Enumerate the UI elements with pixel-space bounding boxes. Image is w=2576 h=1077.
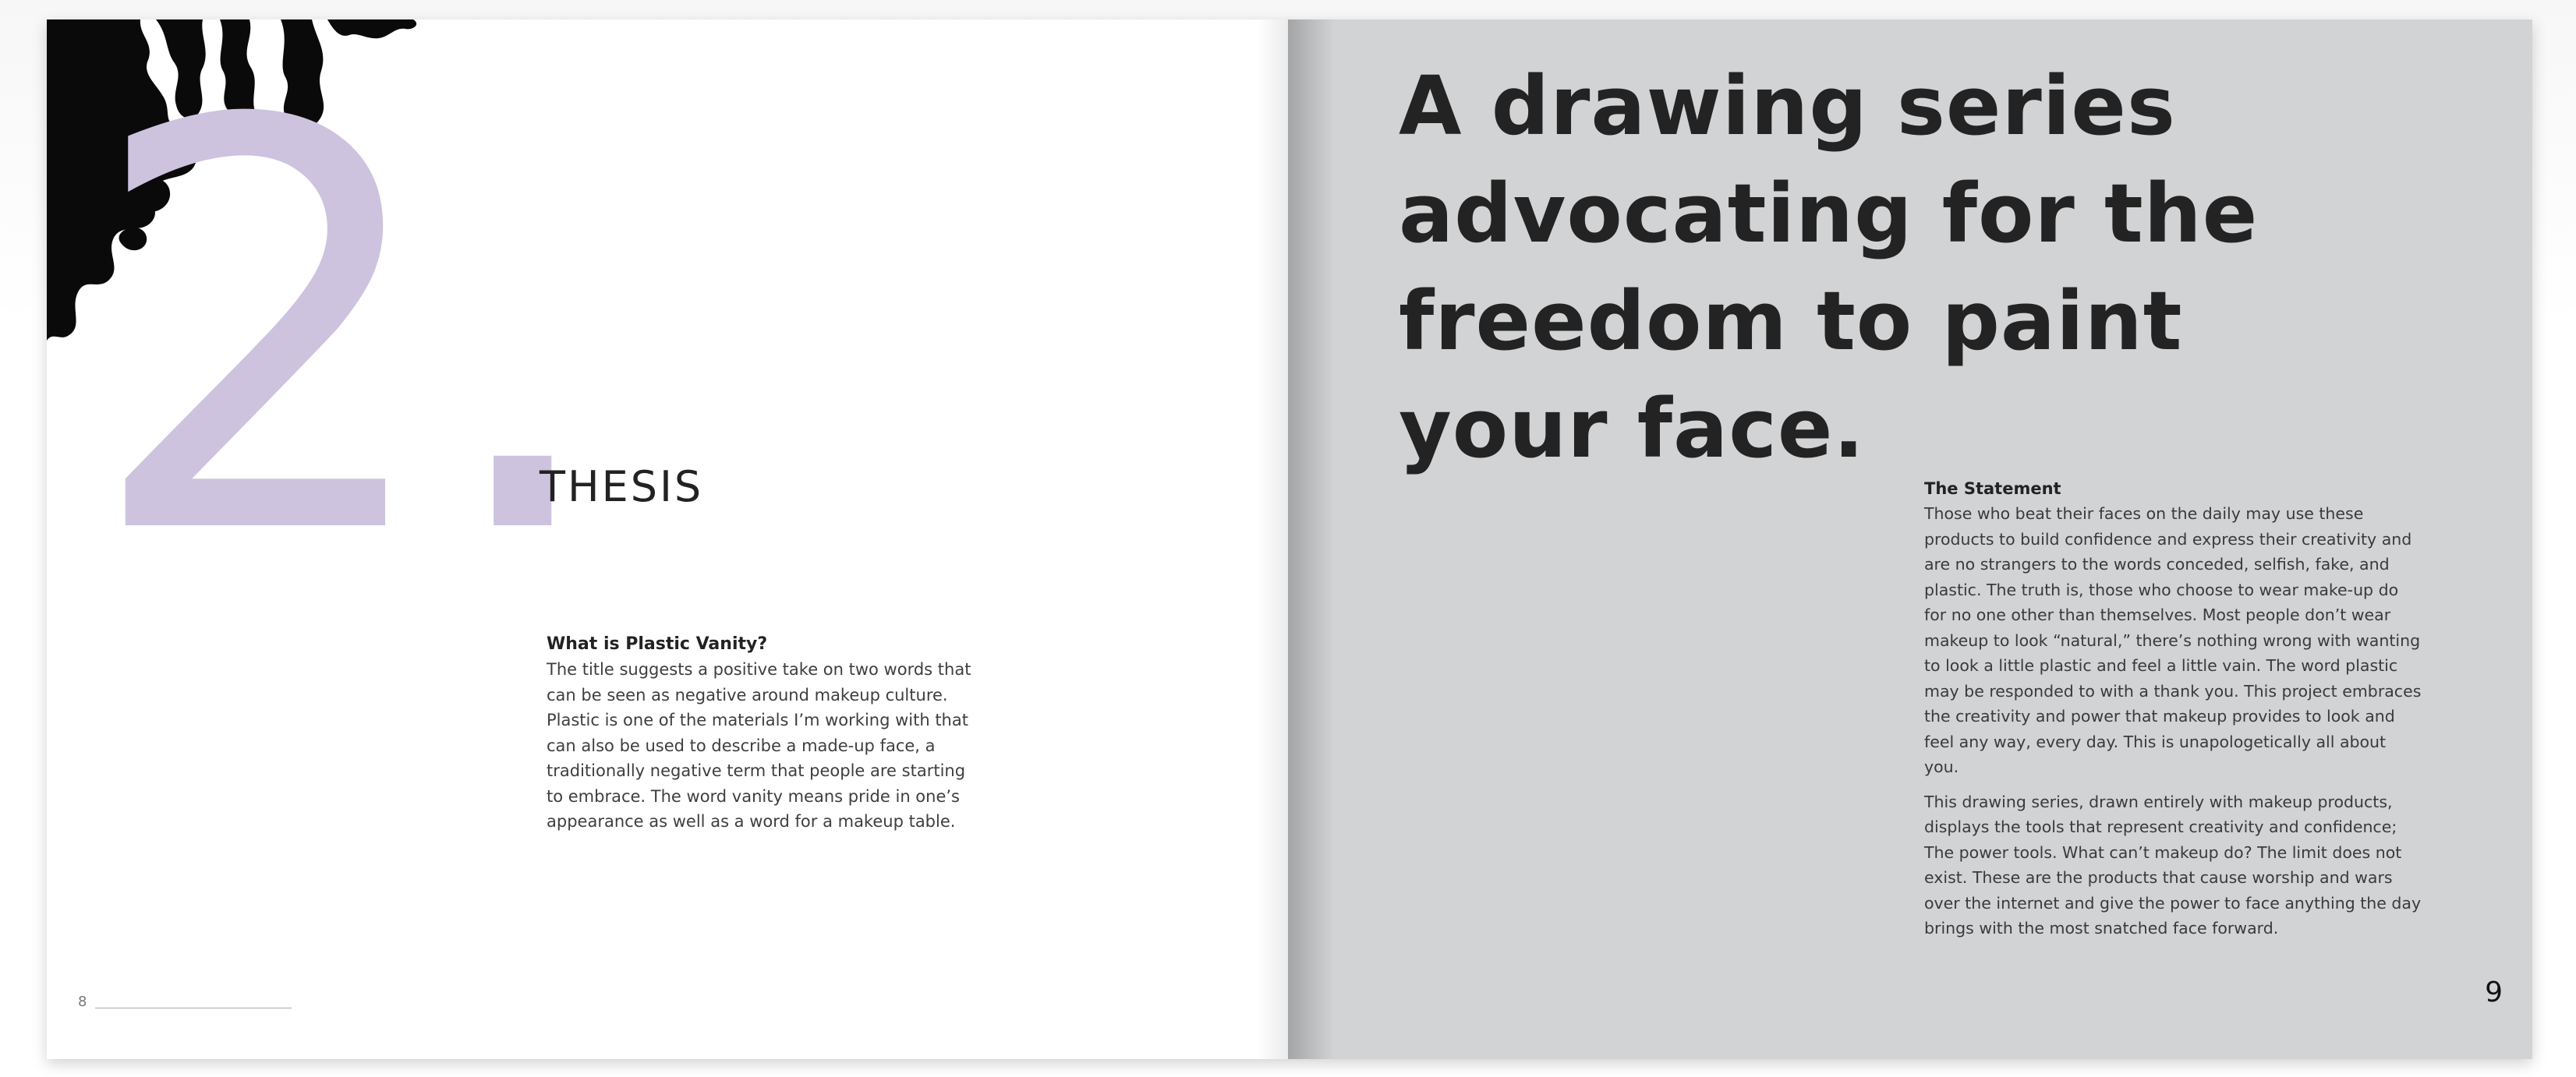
- left-page: 2. THESIS What is Plastic Vanity? The ti…: [47, 19, 1288, 1059]
- statement-heading: The Statement: [1924, 479, 2061, 498]
- thesis-paragraph: The title suggests a positive take on tw…: [547, 660, 971, 831]
- statement-paragraph-1: Those who beat their faces on the daily …: [1924, 504, 2422, 776]
- thesis-text-block: What is Plastic Vanity? The title sugges…: [547, 632, 983, 835]
- book-spread-stage: 2. THESIS What is Plastic Vanity? The ti…: [0, 0, 2576, 1077]
- chapter-numeral: 2.: [84, 19, 612, 658]
- thesis-heading: What is Plastic Vanity?: [547, 634, 768, 654]
- statement-paragraph-2: This drawing series, drawn entirely with…: [1924, 792, 2422, 938]
- book-spread: 2. THESIS What is Plastic Vanity? The ti…: [47, 19, 2532, 1059]
- section-title: THESIS: [540, 462, 704, 511]
- right-page: A drawing series advocating for the free…: [1288, 19, 2532, 1059]
- page-number-right: 9: [2485, 976, 2503, 1008]
- headline: A drawing series advocating for the free…: [1399, 58, 2259, 476]
- page-number-left: 8: [78, 994, 87, 1010]
- statement-text-block: The Statement Those who beat their faces…: [1924, 476, 2423, 951]
